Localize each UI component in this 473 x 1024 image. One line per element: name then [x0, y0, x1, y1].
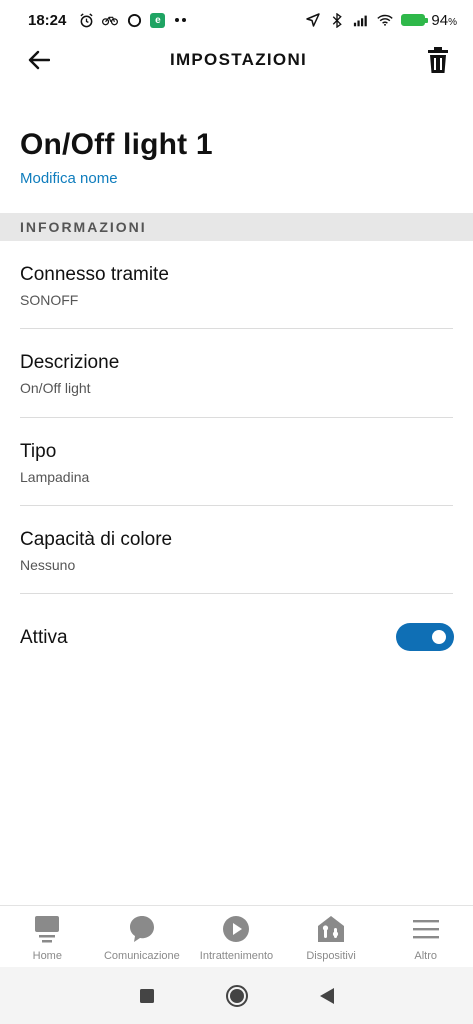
battery-icon: 94% [401, 12, 457, 29]
home-button[interactable] [225, 984, 249, 1008]
info-row-title: Descrizione [20, 352, 120, 373]
divider [20, 328, 453, 329]
bike-icon [102, 12, 119, 28]
home-icon [31, 914, 63, 944]
chat-bubble-icon [126, 914, 158, 944]
info-row-color-capability: Capacità di colore Nessuno [20, 529, 453, 573]
info-row-title: Capacità di colore [20, 529, 173, 550]
enabled-row: Attiva [20, 627, 453, 649]
info-row-value: SONOFF [20, 292, 79, 308]
play-icon [220, 914, 252, 944]
rename-link[interactable]: Modifica nome [20, 170, 118, 187]
app-bar: IMPOSTAZIONI [0, 40, 473, 80]
info-row-connected-via: Connesso tramite SONOFF [20, 264, 453, 308]
back-nav-button[interactable] [319, 987, 335, 1005]
nav-label: Dispositivi [306, 950, 356, 962]
nav-item-entertainment[interactable]: Intrattenimento [189, 906, 284, 968]
status-bar: 18:24 e 94% [0, 0, 473, 40]
nav-item-devices[interactable]: Dispositivi [284, 906, 379, 968]
page-title: IMPOSTAZIONI [169, 50, 308, 69]
bluetooth-icon [329, 12, 345, 28]
alarm-icon [78, 12, 94, 28]
recents-button[interactable] [139, 988, 155, 1004]
system-nav-bar [0, 967, 473, 1024]
nav-label: Home [32, 950, 62, 962]
info-row-description: Descrizione On/Off light [20, 352, 453, 396]
nav-item-more[interactable]: Altro [378, 906, 473, 968]
menu-icon [410, 914, 442, 944]
status-time: 18:24 [28, 11, 67, 29]
divider [20, 417, 453, 418]
info-row-title: Tipo [20, 441, 57, 462]
info-row-type: Tipo Lampadina [20, 441, 453, 485]
back-arrow-icon [28, 50, 50, 70]
status-bar-right: 94% [305, 12, 457, 29]
enabled-toggle[interactable] [396, 623, 454, 651]
battery-fill [401, 14, 429, 26]
divider [20, 505, 453, 506]
status-bar-left: 18:24 e [28, 12, 189, 29]
info-row-title: Connesso tramite [20, 264, 169, 285]
location-icon [305, 12, 321, 28]
circle-icon [126, 12, 142, 28]
info-row-value: On/Off light [20, 380, 91, 396]
back-button[interactable] [22, 43, 56, 77]
signal-icon [353, 12, 369, 28]
nav-label: Comunicazione [103, 950, 180, 962]
evernote-icon: e [150, 12, 166, 28]
enabled-label: Attiva [20, 627, 68, 648]
divider [20, 593, 453, 594]
trash-icon [428, 47, 448, 73]
nav-item-communication[interactable]: Comunicazione [95, 906, 190, 968]
devices-icon [315, 914, 347, 944]
delete-button[interactable] [421, 43, 455, 77]
section-header-info: INFORMAZIONI [0, 213, 473, 241]
wifi-icon [377, 12, 394, 28]
more-dots-icon [173, 12, 189, 28]
nav-label: Altro [414, 950, 437, 962]
battery-level: 94% [431, 11, 457, 29]
device-name: On/Off light 1 [20, 128, 213, 161]
toggle-knob [432, 630, 446, 644]
info-row-value: Nessuno [20, 557, 76, 573]
nav-item-home[interactable]: Home [0, 906, 95, 968]
info-row-value: Lampadina [20, 469, 90, 485]
bottom-nav: Home Comunicazione Intrattenimento Dispo… [0, 905, 473, 968]
nav-label: Intrattenimento [199, 950, 274, 962]
